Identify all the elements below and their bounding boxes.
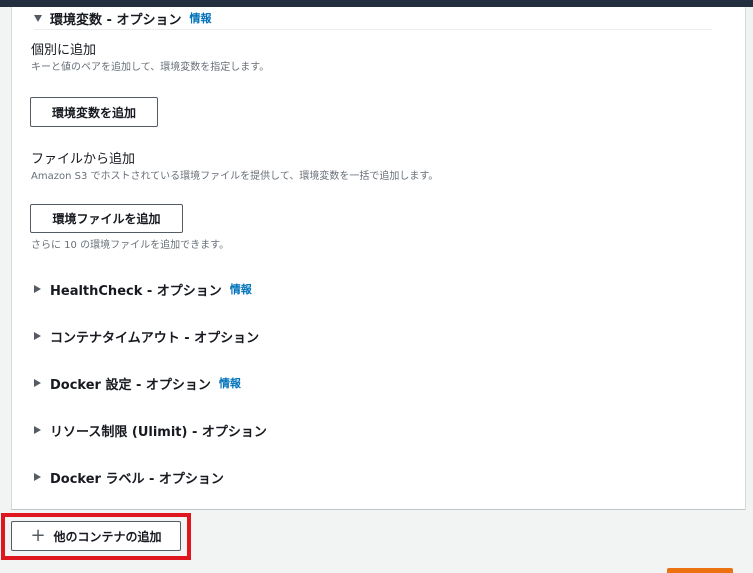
file-add-description: Amazon S3 でホストされている環境ファイルを提供して、環境変数を一括で追…: [31, 171, 439, 182]
plus-icon: +: [30, 525, 46, 546]
add-env-file-button[interactable]: 環境ファイルを追加: [30, 204, 183, 233]
docker-settings-section-header[interactable]: Docker 設定 - オプション 情報: [34, 374, 241, 393]
env-variables-title: 環境変数 - オプション: [50, 12, 182, 28]
docker-settings-info-link[interactable]: 情報: [219, 375, 241, 391]
container-details-panel: 環境変数 - オプション 情報 個別に追加 キーと値のペアを追加して、環境変数を…: [11, 7, 746, 510]
docker-labels-title: Docker ラベル - オプション: [50, 471, 224, 487]
caret-right-icon: [34, 285, 41, 293]
caret-down-icon: [34, 14, 42, 22]
env-variables-info-link[interactable]: 情報: [189, 10, 211, 26]
docker-settings-title: Docker 設定 - オプション: [50, 377, 211, 393]
container-timeout-title: コンテナタイムアウト - オプション: [50, 330, 260, 346]
add-container-label: 他のコンテナの追加: [53, 529, 162, 544]
add-container-button[interactable]: + 他のコンテナの追加: [11, 521, 181, 551]
individual-add-label: 個別に追加: [31, 43, 97, 58]
individual-add-description: キーと値のペアを追加して、環境変数を指定します。: [31, 62, 270, 73]
top-nav-bar: [0, 0, 753, 7]
caret-right-icon: [34, 332, 41, 340]
container-timeout-section-header[interactable]: コンテナタイムアウト - オプション: [34, 327, 260, 346]
docker-labels-section-header[interactable]: Docker ラベル - オプション: [34, 468, 224, 487]
healthcheck-info-link[interactable]: 情報: [230, 281, 252, 297]
primary-action-button-edge[interactable]: [667, 568, 733, 573]
section-divider: [34, 29, 712, 30]
healthcheck-section-header[interactable]: HealthCheck - オプション 情報: [34, 280, 252, 299]
caret-right-icon: [34, 379, 41, 387]
ulimit-section-header[interactable]: リソース制限 (Ulimit) - オプション: [34, 421, 267, 440]
file-add-label: ファイルから追加: [31, 152, 136, 167]
ulimit-title: リソース制限 (Ulimit) - オプション: [50, 424, 267, 440]
caret-right-icon: [34, 426, 41, 434]
add-env-variable-button[interactable]: 環境変数を追加: [30, 97, 158, 127]
env-variables-section-header[interactable]: 環境変数 - オプション 情報: [34, 9, 211, 28]
healthcheck-title: HealthCheck - オプション: [50, 283, 222, 299]
caret-right-icon: [34, 473, 41, 481]
env-file-remaining-note: さらに 10 の環境ファイルを追加できます。: [31, 240, 230, 251]
